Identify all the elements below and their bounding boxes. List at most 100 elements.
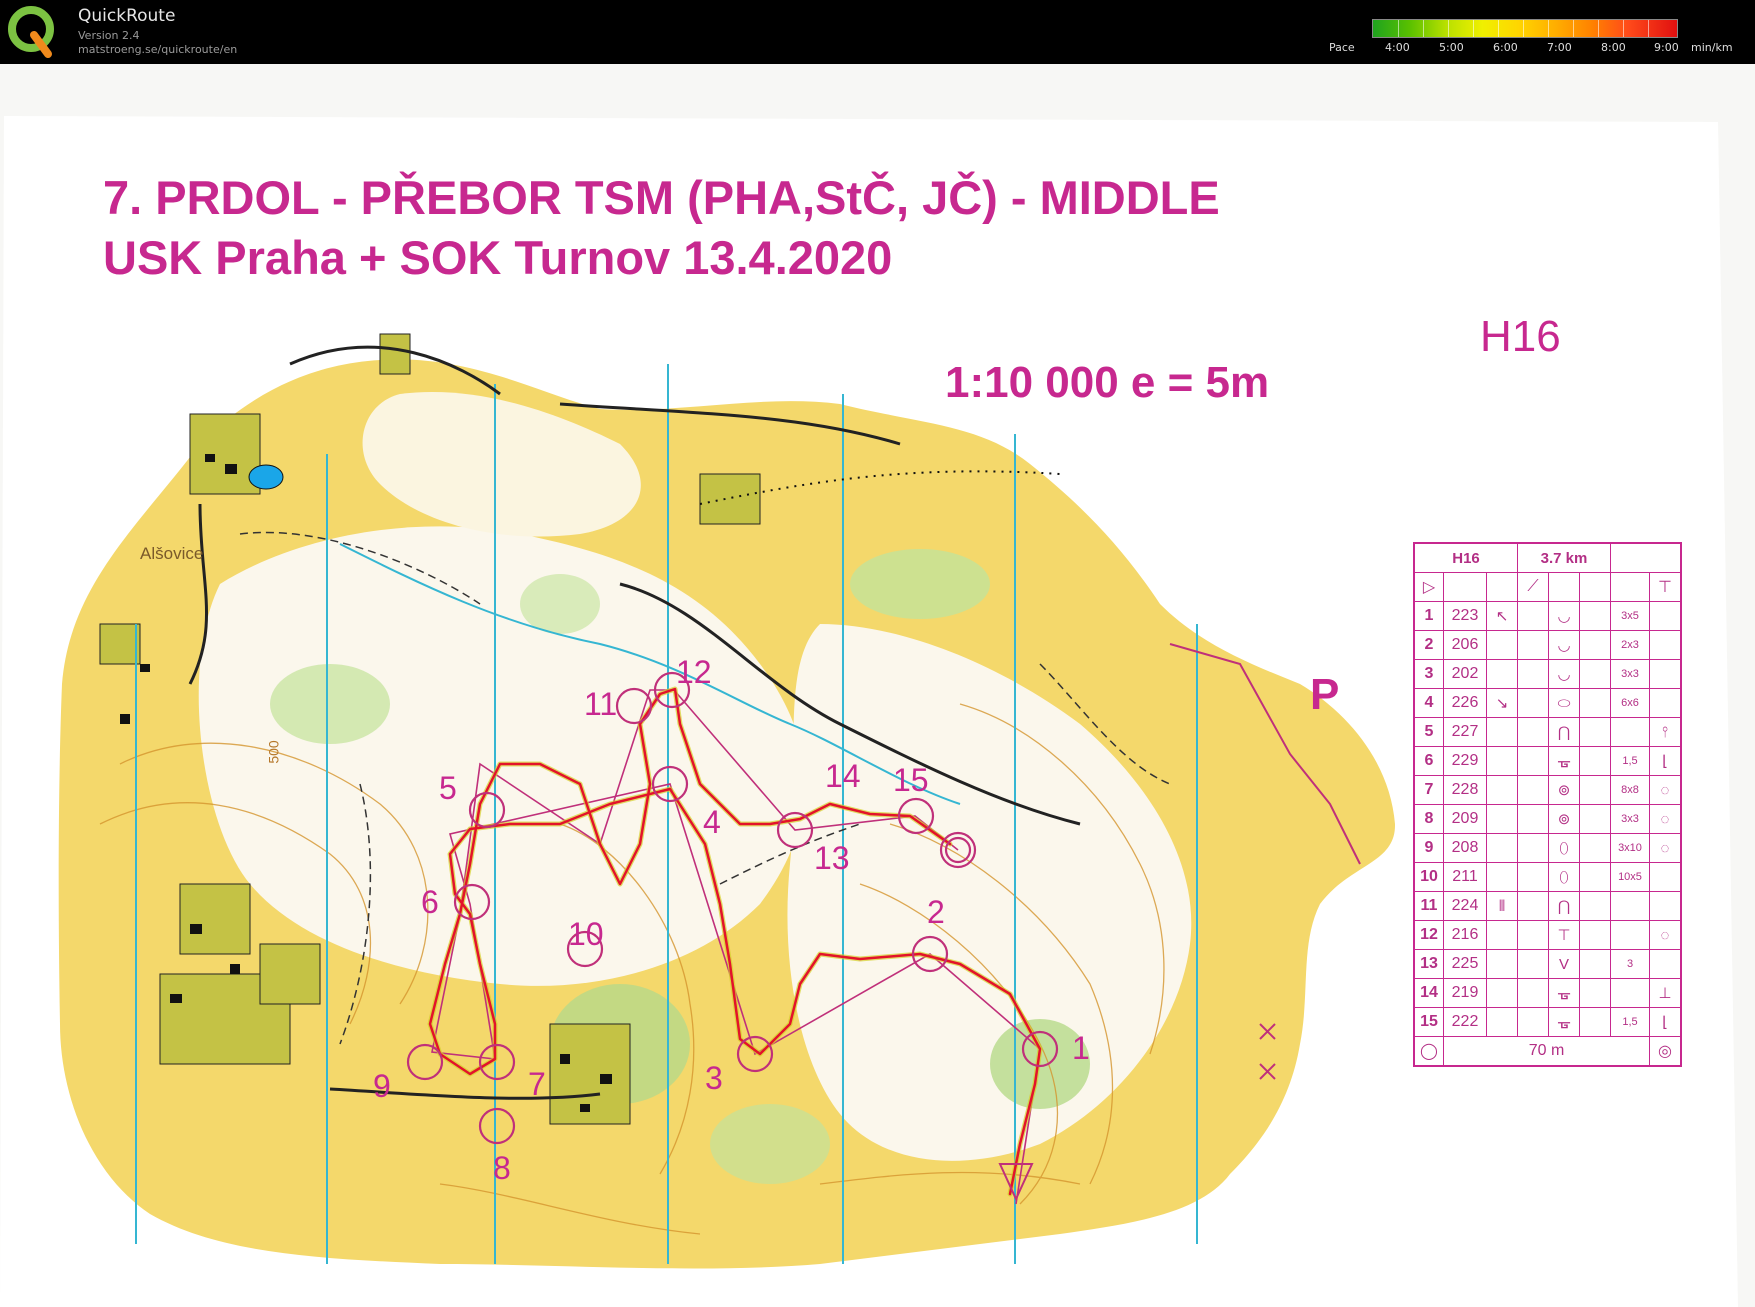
appearance-cell <box>1579 920 1611 950</box>
description-row: 7 228 ⊚ 8x8 ◌ <box>1413 775 1682 805</box>
control-location-icon <box>1649 659 1682 689</box>
control-number: 1 <box>1072 1030 1090 1066</box>
control-direction-icon <box>1486 775 1518 805</box>
control-number: 12 <box>676 654 712 690</box>
quickroute-logo-icon <box>8 6 54 58</box>
control-number: 14 <box>825 758 861 794</box>
control-sequence-number: 2 <box>1413 630 1444 660</box>
control-location-icon: ◌ <box>1649 833 1682 863</box>
control-sequence-number: 9 <box>1413 833 1444 863</box>
control-direction-icon <box>1486 659 1518 689</box>
control-location-icon: ◌ <box>1649 775 1682 805</box>
app-url: matstroeng.se/quickroute/en <box>78 43 238 56</box>
map-title-line-1: 7. PRDOL - PŘEBOR TSM (PHA,StČ, JČ) - MI… <box>103 171 1220 224</box>
control-feature-icon: ᚗ <box>1548 746 1580 776</box>
control-location-icon <box>1649 601 1682 631</box>
description-row: 4 226 ↘ ⬭ 6x6 <box>1413 688 1682 718</box>
control-dimensions: 3x10 <box>1610 833 1650 863</box>
appearance-cell <box>1579 601 1611 631</box>
control-direction-icon <box>1486 1007 1518 1037</box>
control-code: 216 <box>1443 920 1487 950</box>
control-code: 223 <box>1443 601 1487 631</box>
control-number: 5 <box>439 770 457 806</box>
pace-tick-label: 5:00 <box>1439 41 1464 54</box>
control-code: 211 <box>1443 862 1487 892</box>
appearance-cell <box>1579 659 1611 689</box>
control-code: 229 <box>1443 746 1487 776</box>
appearance-cell <box>1579 978 1611 1008</box>
pace-tick-label: 7:00 <box>1547 41 1572 54</box>
contour-height-label: 500 <box>265 740 282 764</box>
description-row: 3 202 ◡ 3x3 <box>1413 659 1682 689</box>
control-number: 9 <box>373 1068 391 1104</box>
control-feature-icon: ⬭ <box>1548 688 1580 718</box>
which-feature-cell <box>1517 949 1549 979</box>
description-row: 6 229 ᚗ 1,5 ⌊ <box>1413 746 1682 776</box>
control-sequence-number: 11 <box>1413 891 1444 921</box>
appearance-cell <box>1579 949 1611 979</box>
description-row: 9 208 ⬯ 3x10 ◌ <box>1413 833 1682 863</box>
control-code: 206 <box>1443 630 1487 660</box>
which-feature-cell <box>1517 775 1549 805</box>
control-dimensions <box>1610 717 1650 747</box>
description-row: 12 216 ⊤ ◌ <box>1413 920 1682 950</box>
which-feature-cell <box>1517 746 1549 776</box>
description-row: 5 227 ⋂ ⫯ <box>1413 717 1682 747</box>
parking-label: P <box>1310 670 1340 719</box>
control-number: 8 <box>493 1150 511 1186</box>
control-location-icon <box>1649 949 1682 979</box>
which-feature-cell <box>1517 601 1549 631</box>
control-feature-icon: ᚗ <box>1548 978 1580 1008</box>
description-row: 8 209 ⊚ 3x3 ◌ <box>1413 804 1682 834</box>
control-dimensions <box>1610 920 1650 950</box>
which-feature-cell <box>1517 833 1549 863</box>
app-header: QuickRoute Version 2.4 matstroeng.se/qui… <box>0 0 1755 64</box>
control-direction-icon <box>1486 978 1518 1008</box>
control-feature-icon: ⊤ <box>1548 920 1580 950</box>
control-sequence-number: 13 <box>1413 949 1444 979</box>
appearance-cell <box>1579 891 1611 921</box>
control-direction-icon <box>1486 949 1518 979</box>
description-category: H16 <box>1413 542 1518 573</box>
control-sequence-number: 1 <box>1413 601 1444 631</box>
control-feature-icon: ◡ <box>1548 601 1580 631</box>
control-feature-icon: V <box>1548 949 1580 979</box>
control-dimensions: 8x8 <box>1610 775 1650 805</box>
control-number: 15 <box>893 762 929 798</box>
finish-distance: 70 m <box>1443 1036 1650 1067</box>
start-description-icon: ⟋ <box>1517 572 1549 602</box>
control-number: 3 <box>705 1060 723 1096</box>
which-feature-cell <box>1517 1007 1549 1037</box>
app-version: Version 2.4 <box>78 29 140 42</box>
control-description-sheet: H16 3.7 km ▷ ⟋ ⊤ 1 223 ↖ ◡ 3x5 2 206 ◡ 2x3 3 202 ◡ 3… <box>1413 542 1682 1067</box>
which-feature-cell <box>1517 804 1549 834</box>
control-number: 2 <box>927 894 945 930</box>
finish-from-control-icon: ◯ <box>1413 1036 1444 1067</box>
which-feature-cell <box>1517 688 1549 718</box>
finish-circle-icon: ◎ <box>1649 1036 1682 1067</box>
control-dimensions: 6x6 <box>1610 688 1650 718</box>
start-extra-icon: ⊤ <box>1649 572 1682 602</box>
control-direction-icon <box>1486 833 1518 863</box>
control-number: 4 <box>703 804 721 840</box>
appearance-cell <box>1579 688 1611 718</box>
appearance-cell <box>1579 775 1611 805</box>
map-canvas[interactable]: 7. PRDOL - PŘEBOR TSM (PHA,StČ, JČ) - MI… <box>0 64 1755 1307</box>
control-direction-icon <box>1486 862 1518 892</box>
town-label: Alšovice <box>140 544 204 563</box>
control-sequence-number: 15 <box>1413 1007 1444 1037</box>
control-location-icon <box>1649 862 1682 892</box>
control-feature-icon: ⋂ <box>1548 891 1580 921</box>
control-feature-icon: ◡ <box>1548 630 1580 660</box>
which-feature-cell <box>1517 920 1549 950</box>
pace-unit: min/km <box>1691 41 1733 54</box>
pace-tick-label: 8:00 <box>1601 41 1626 54</box>
control-code: 208 <box>1443 833 1487 863</box>
pace-tick-label: 6:00 <box>1493 41 1518 54</box>
pace-tick-label: 9:00 <box>1654 41 1679 54</box>
control-sequence-number: 10 <box>1413 862 1444 892</box>
which-feature-cell <box>1517 717 1549 747</box>
control-location-icon: ◌ <box>1649 804 1682 834</box>
which-feature-cell <box>1517 659 1549 689</box>
control-code: 222 <box>1443 1007 1487 1037</box>
